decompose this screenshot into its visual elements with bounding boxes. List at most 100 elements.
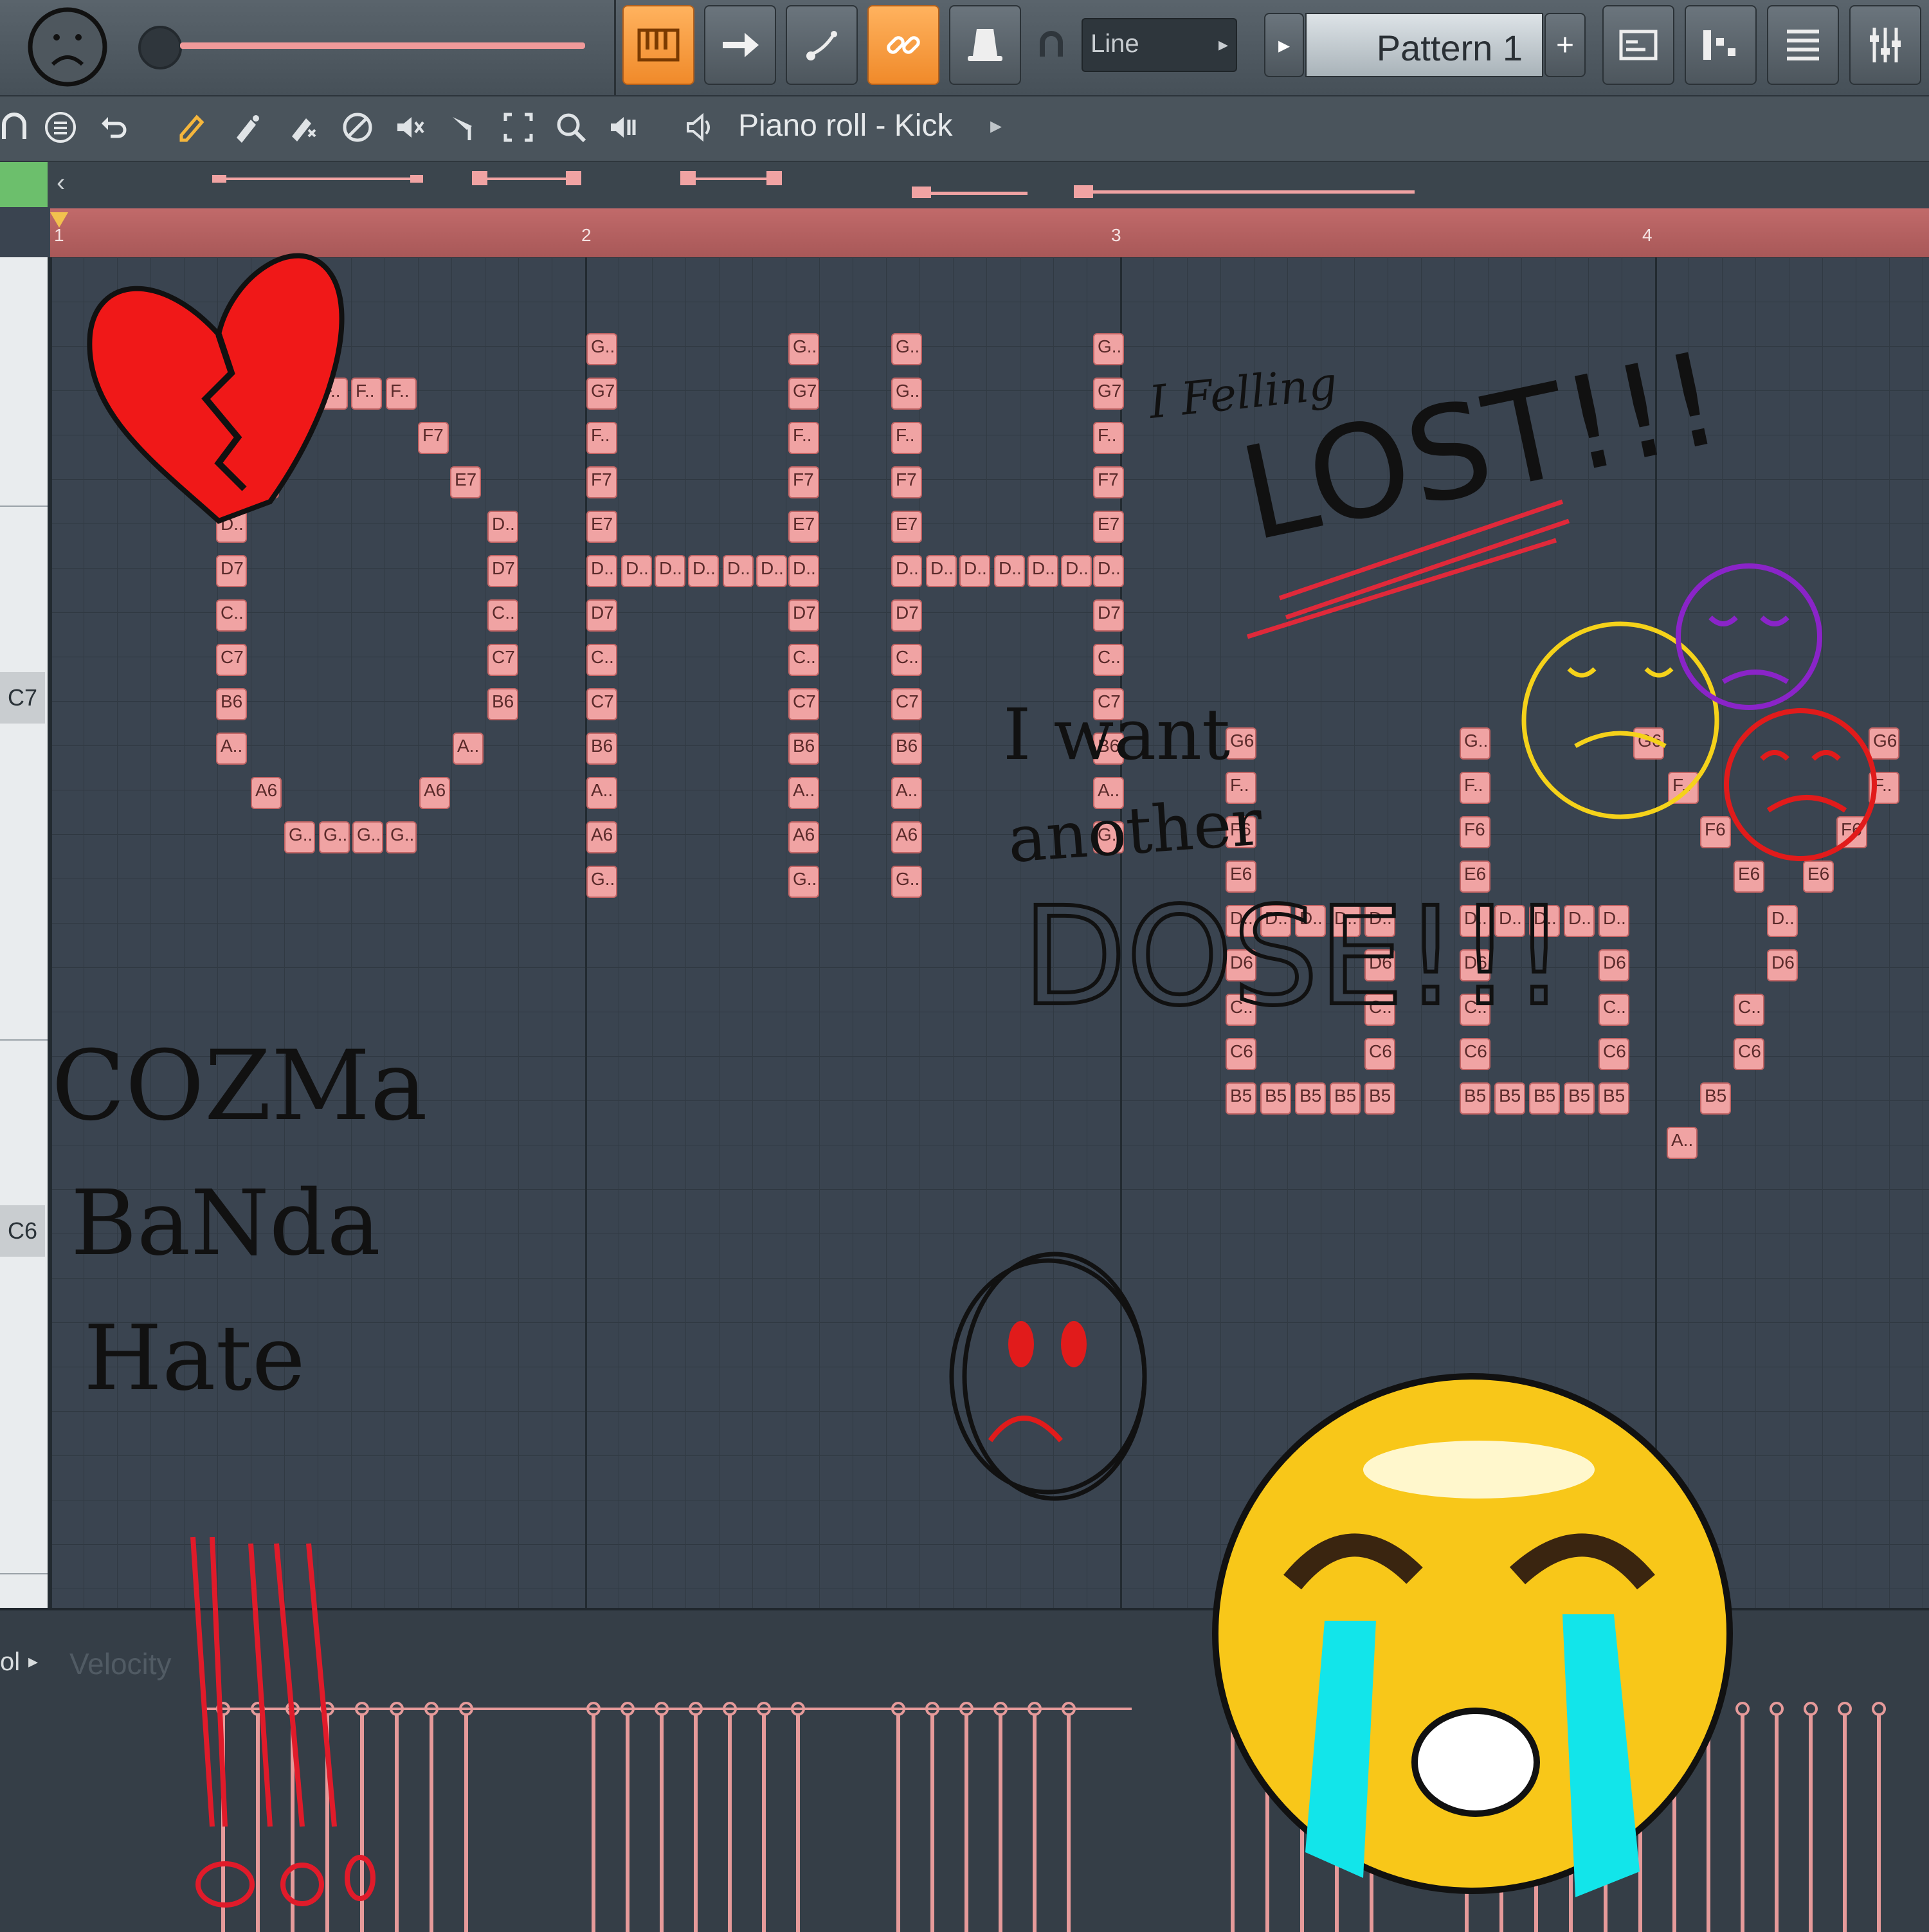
note-o[interactable]: G.. (352, 821, 383, 853)
note-b2[interactable]: E6 (1460, 861, 1490, 893)
velocity-bar[interactable] (1741, 1708, 1744, 1932)
velocity-handle[interactable] (1260, 1702, 1274, 1716)
note-h1[interactable]: D.. (688, 555, 719, 587)
note-h2[interactable]: A.. (1093, 777, 1124, 809)
note-h2[interactable]: E7 (891, 511, 922, 543)
velocity-panel[interactable]: ol ▸ Velocity (0, 1608, 1929, 1932)
velocity-bar[interactable] (1067, 1708, 1071, 1932)
note-o[interactable]: B6 (487, 688, 518, 720)
velocity-handle[interactable] (1598, 1702, 1613, 1716)
note-h1[interactable]: D.. (655, 555, 685, 587)
velocity-bar[interactable] (1370, 1708, 1373, 1932)
velocity-handle[interactable] (1330, 1702, 1344, 1716)
note-h1[interactable]: C.. (788, 644, 819, 676)
velocity-bar[interactable] (1877, 1708, 1881, 1932)
note-b1[interactable]: C6 (1226, 1038, 1256, 1070)
velocity-handle[interactable] (1295, 1702, 1309, 1716)
velocity-bars[interactable] (0, 1610, 1929, 1932)
note-b1[interactable]: G6 (1226, 727, 1256, 760)
note-o[interactable]: C7 (216, 644, 247, 676)
velocity-handle[interactable] (1460, 1702, 1474, 1716)
note-h2[interactable]: E7 (1093, 511, 1124, 543)
note-h1[interactable]: E7 (788, 511, 819, 543)
note-h1[interactable]: B6 (586, 733, 617, 765)
note-h2[interactable]: B6 (891, 733, 922, 765)
note-y[interactable]: G6 (1869, 727, 1899, 760)
note-h1[interactable]: F.. (788, 422, 819, 454)
note-h1[interactable]: A.. (788, 777, 819, 809)
note-b2[interactable]: F6 (1460, 816, 1490, 848)
note-o[interactable]: D.. (487, 511, 518, 543)
note-b1[interactable]: F.. (1226, 772, 1256, 804)
note-b1[interactable]: C.. (1226, 994, 1256, 1026)
velocity-bar[interactable] (1569, 1708, 1573, 1932)
note-y[interactable]: E6 (1734, 861, 1764, 893)
note-h2[interactable]: G.. (891, 333, 922, 365)
note-o[interactable]: A6 (419, 777, 450, 809)
velocity-bar[interactable] (930, 1708, 934, 1932)
note-h1[interactable]: D.. (788, 555, 819, 587)
velocity-bar[interactable] (694, 1708, 698, 1932)
note-b1[interactable]: D6 (1364, 949, 1395, 981)
note-h2[interactable]: D.. (891, 555, 922, 587)
note-h2[interactable]: G7 (1093, 378, 1124, 410)
note-h2[interactable]: C.. (891, 644, 922, 676)
note-h1[interactable]: F.. (586, 422, 617, 454)
note-o[interactable]: F7 (418, 422, 449, 454)
note-h1[interactable]: D.. (756, 555, 787, 587)
velocity-bar[interactable] (464, 1708, 468, 1932)
velocity-bar[interactable] (1265, 1708, 1269, 1932)
velocity-bar[interactable] (964, 1708, 968, 1932)
note-b2[interactable]: B5 (1460, 1082, 1490, 1115)
note-o[interactable]: F.. (317, 378, 348, 410)
note-b1[interactable]: B5 (1364, 1082, 1395, 1115)
note-h1[interactable]: D7 (586, 599, 617, 632)
note-h1[interactable]: D.. (723, 555, 754, 587)
velocity-handle[interactable] (1494, 1702, 1508, 1716)
note-h2[interactable]: D.. (1061, 555, 1092, 587)
note-h2[interactable]: D.. (959, 555, 990, 587)
note-y[interactable]: E6 (1803, 861, 1834, 893)
note-h2[interactable]: G.. (1093, 333, 1124, 365)
velocity-bar[interactable] (1707, 1708, 1710, 1932)
velocity-bar[interactable] (325, 1708, 329, 1932)
note-h2[interactable]: D.. (1093, 555, 1124, 587)
velocity-bar[interactable] (1809, 1708, 1813, 1932)
note-h2[interactable]: A6 (891, 821, 922, 853)
note-h2[interactable]: C7 (891, 688, 922, 720)
note-h1[interactable]: G.. (788, 866, 819, 898)
velocity-bar[interactable] (999, 1708, 1002, 1932)
note-h1[interactable]: A6 (788, 821, 819, 853)
note-h2[interactable]: F7 (891, 466, 922, 498)
velocity-bar[interactable] (1499, 1708, 1503, 1932)
note-h2[interactable]: G.. (1093, 821, 1124, 853)
note-h2[interactable]: A.. (891, 777, 922, 809)
note-b2[interactable]: B5 (1598, 1082, 1629, 1115)
note-y[interactable]: F6 (1700, 816, 1731, 848)
note-h2[interactable]: C7 (1093, 688, 1124, 720)
note-h1[interactable]: C.. (586, 644, 617, 676)
note-h2[interactable]: F.. (891, 422, 922, 454)
velocity-bar[interactable] (1465, 1708, 1469, 1932)
velocity-handle[interactable] (1804, 1702, 1818, 1716)
note-b1[interactable]: D.. (1295, 905, 1326, 937)
note-b2[interactable]: C.. (1460, 994, 1490, 1026)
note-h1[interactable]: C7 (586, 688, 617, 720)
note-o[interactable]: C.. (487, 599, 518, 632)
note-h2[interactable]: G.. (891, 866, 922, 898)
velocity-bar[interactable] (430, 1708, 433, 1932)
note-h1[interactable]: G7 (586, 378, 617, 410)
velocity-handle[interactable] (1633, 1702, 1647, 1716)
velocity-bar[interactable] (360, 1708, 364, 1932)
note-y[interactable]: F6 (1836, 816, 1867, 848)
note-b1[interactable]: B5 (1260, 1082, 1291, 1115)
velocity-handle[interactable] (1872, 1702, 1886, 1716)
note-h1[interactable]: G.. (586, 333, 617, 365)
velocity-handle[interactable] (1529, 1702, 1543, 1716)
note-b2[interactable]: D6 (1598, 949, 1629, 981)
note-b1[interactable]: D.. (1260, 905, 1291, 937)
velocity-bar[interactable] (1534, 1708, 1538, 1932)
note-h1[interactable]: F7 (586, 466, 617, 498)
velocity-handle[interactable] (1701, 1702, 1716, 1716)
note-h1[interactable]: G7 (788, 378, 819, 410)
